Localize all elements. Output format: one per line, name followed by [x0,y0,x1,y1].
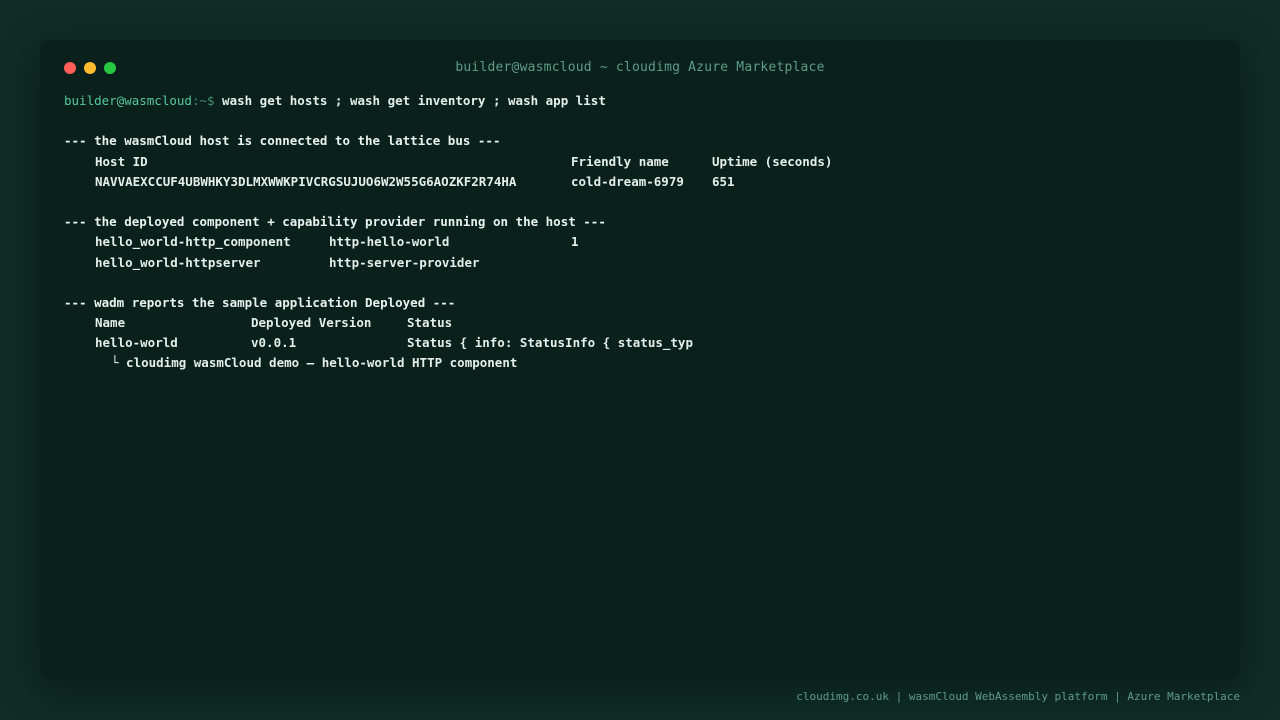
apps-table-header: Name Deployed Version Status [64,313,1216,333]
apps-section-heading: --- wadm reports the sample application … [64,294,456,310]
provider-id: hello_world-httpserver [95,254,261,270]
terminal-output[interactable]: builder@wasmcloud:~$ wash get hosts ; wa… [64,91,1216,374]
window-title: builder@wasmcloud ~ cloudimg Azure Marke… [455,60,825,75]
footer-text: cloudimg.co.uk | wasmCloud WebAssembly p… [796,690,1240,703]
table-row: hello-world v0.0.1 Status { info: Status… [64,333,1216,353]
terminal-window: builder@wasmcloud ~ cloudimg Azure Marke… [40,40,1240,680]
app-name-value: hello-world [95,335,178,351]
app-description-note: └ cloudimg wasmCloud demo — hello-world … [111,355,518,371]
hosts-section-heading: --- the wasmCloud host is connected to t… [64,133,501,149]
prompt-path: :~$ [191,93,215,108]
prompt-line: builder@wasmcloud:~$ wash get hosts ; wa… [64,91,1216,111]
component-count: 1 [571,234,579,250]
column-header-deployed-version: Deployed Version [251,315,372,331]
table-row: NAVVAEXCCUF4UBWHKY3DLMXWWKPIVCRGSUJUO6W2… [64,172,1216,192]
prompt-user-host: builder@wasmcloud [64,93,192,108]
component-id: hello_world-http_component [95,234,291,250]
column-header-status: Status [407,315,453,331]
table-row: hello_world-httpserver http-server-provi… [64,253,1216,273]
app-version-value: v0.0.1 [251,335,297,351]
column-header-uptime: Uptime (seconds) [712,153,833,169]
host-id-value: NAVVAEXCCUF4UBWHKY3DLMXWWKPIVCRGSUJUO6W2… [95,173,517,189]
provider-name: http-server-provider [329,254,480,270]
hosts-table-header: Host ID Friendly name Uptime (seconds) [64,152,1216,172]
column-header-friendly-name: Friendly name [571,153,669,169]
inventory-section-heading: --- the deployed component + capability … [64,214,606,230]
column-header-name: Name [95,315,126,331]
uptime-value: 651 [712,173,735,189]
column-header-host-id: Host ID [95,153,148,169]
table-row: hello_world-http_component http-hello-wo… [64,232,1216,252]
app-status-value: Status { info: StatusInfo { status_typ [407,335,693,351]
component-name: http-hello-world [329,234,450,250]
friendly-name-value: cold-dream-6979 [571,173,684,189]
command-text: wash get hosts ; wash get inventory ; wa… [222,93,606,108]
